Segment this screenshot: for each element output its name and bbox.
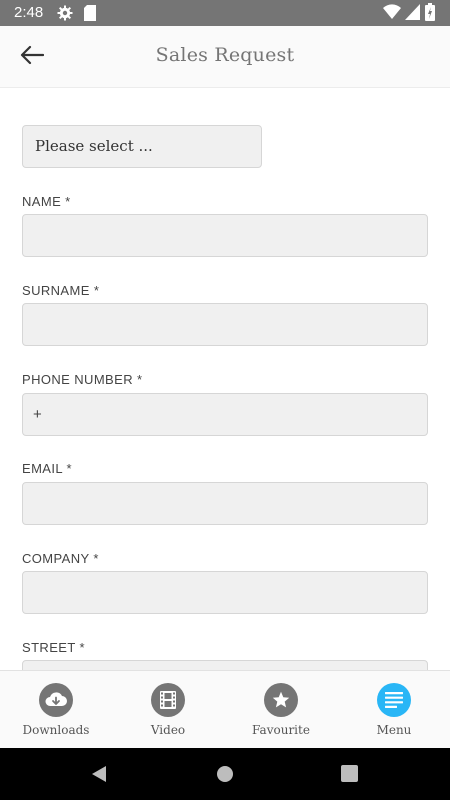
nav-favourite-label: Favourite	[252, 723, 310, 737]
film-icon	[151, 683, 185, 717]
signal-icon	[405, 4, 420, 24]
nav-menu-label: Menu	[376, 723, 412, 737]
request-type-select[interactable]: Please select ...	[22, 125, 262, 168]
bottom-navigation: Downloads Video Favourite Menu	[0, 670, 450, 748]
email-field[interactable]	[22, 482, 428, 525]
sales-request-form: Please select ... NAME * SURNAME * PHONE…	[0, 88, 450, 670]
email-label: EMAIL *	[22, 461, 73, 476]
company-label: COMPANY *	[22, 551, 99, 566]
surname-label: SURNAME *	[22, 283, 100, 298]
app-bar: Sales Request	[0, 26, 450, 88]
back-triangle-icon[interactable]	[90, 765, 108, 787]
phone-number-field[interactable]: +	[22, 393, 428, 436]
system-navigation-bar	[0, 748, 450, 800]
company-field[interactable]	[22, 571, 428, 614]
nav-downloads[interactable]: Downloads	[0, 671, 112, 749]
name-field[interactable]	[22, 214, 428, 257]
cloud-download-icon	[39, 683, 73, 717]
menu-lines-icon	[377, 683, 411, 717]
recents-square-icon[interactable]	[341, 765, 358, 786]
nav-downloads-label: Downloads	[22, 723, 90, 737]
sd-card-icon	[84, 5, 96, 25]
home-circle-icon[interactable]	[216, 765, 234, 787]
wifi-icon	[383, 4, 401, 24]
battery-icon	[425, 3, 435, 25]
nav-favourite[interactable]: Favourite	[225, 671, 337, 749]
nav-video-label: Video	[150, 723, 186, 737]
page-title: Sales Request	[155, 44, 295, 66]
status-bar: 2:48	[0, 0, 450, 26]
name-label: NAME *	[22, 194, 71, 209]
phone-number-label: PHONE NUMBER *	[22, 372, 143, 387]
street-label: STREET *	[22, 640, 85, 655]
star-icon	[264, 683, 298, 717]
settings-gear-icon	[57, 5, 73, 25]
street-field[interactable]	[22, 660, 428, 670]
nav-video[interactable]: Video	[112, 671, 224, 749]
status-time: 2:48	[14, 4, 44, 21]
surname-field[interactable]	[22, 303, 428, 346]
nav-menu[interactable]: Menu	[338, 671, 450, 749]
